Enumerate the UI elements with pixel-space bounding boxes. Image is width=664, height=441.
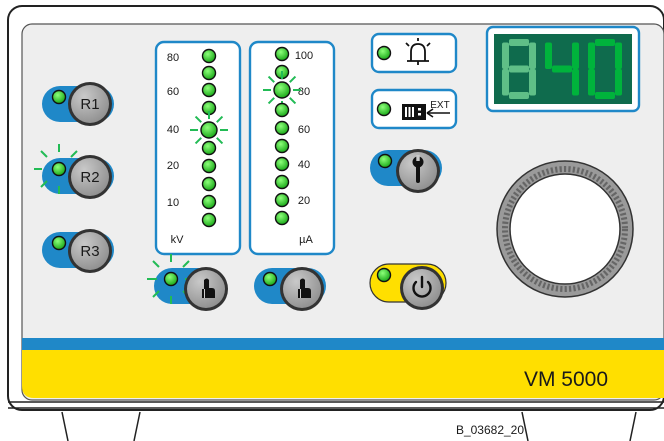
led <box>201 140 217 156</box>
kv-press-led <box>163 271 179 287</box>
led <box>201 65 217 81</box>
alarm-indicator <box>370 32 458 74</box>
ext-label: EXT <box>430 100 449 111</box>
led <box>274 156 290 172</box>
display-segment <box>572 69 579 96</box>
display-segment <box>615 42 622 69</box>
display-segment <box>529 69 536 96</box>
rotary-knob[interactable] <box>496 160 634 298</box>
r2-label: R2 <box>80 169 99 186</box>
ua-press-led <box>262 271 278 287</box>
model-name: VM 5000 <box>524 368 608 391</box>
led <box>274 46 290 62</box>
ext-led <box>376 101 392 117</box>
device-front-panel: VM 5000 R1 R2 R3 80 60 40 20 10 kV 100 8… <box>7 5 664 441</box>
display-segment <box>502 69 509 96</box>
memory-button-r1[interactable]: R1 <box>42 82 114 126</box>
ua-tick-40: 40 <box>298 159 310 171</box>
led <box>274 102 290 118</box>
display-segment <box>588 42 595 69</box>
led-active <box>273 81 291 99</box>
power-led <box>376 267 392 283</box>
led <box>274 138 290 154</box>
kv-unit: kV <box>171 234 185 246</box>
blue-stripe <box>22 338 664 350</box>
display-segment <box>595 39 615 46</box>
kv-tick-40: 40 <box>167 124 179 136</box>
led <box>201 82 217 98</box>
seven-segment-display <box>485 25 641 113</box>
display-segment <box>588 69 595 96</box>
led <box>201 48 217 64</box>
kv-tick-20: 20 <box>167 160 179 172</box>
kv-tick-80: 80 <box>167 52 179 64</box>
ua-tick-80: 80 <box>298 86 310 98</box>
display-segment <box>615 69 622 96</box>
kv-scale: 80 60 40 20 10 kV <box>154 40 242 256</box>
left-foot <box>61 411 141 441</box>
display-segment <box>502 42 509 69</box>
service-led <box>377 153 393 169</box>
display-segment <box>509 65 529 73</box>
r1-led <box>51 89 67 105</box>
led <box>201 194 217 210</box>
ua-unit: µA <box>299 234 313 246</box>
alarm-led <box>376 45 392 61</box>
led <box>274 120 290 136</box>
led <box>201 212 217 228</box>
figure-id: B_03682_20 <box>456 423 524 437</box>
ua-scale: 100 80 60 40 20 µA <box>248 40 336 256</box>
led <box>274 174 290 190</box>
memory-button-r3[interactable]: R3 <box>42 229 114 273</box>
display-segment <box>595 92 615 99</box>
r2-led <box>51 161 67 177</box>
led <box>201 176 217 192</box>
kv-tick-60: 60 <box>167 86 179 98</box>
led <box>201 158 217 174</box>
display-segment <box>509 92 529 99</box>
display-segment <box>572 42 579 69</box>
external-indicator: EXT <box>370 88 458 130</box>
r1-label: R1 <box>80 96 99 113</box>
r3-label: R3 <box>80 243 99 260</box>
r3-led <box>51 235 67 251</box>
display-segment <box>509 39 529 46</box>
ua-tick-20: 20 <box>298 195 310 207</box>
led <box>274 210 290 226</box>
led <box>274 192 290 208</box>
led-active <box>200 121 218 139</box>
ua-tick-100: 100 <box>295 50 313 62</box>
right-foot <box>521 411 637 441</box>
display-segment <box>529 42 536 69</box>
display-segment <box>545 42 552 69</box>
display-segment <box>552 65 572 73</box>
ua-tick-60: 60 <box>298 124 310 136</box>
kv-tick-10: 10 <box>167 197 179 209</box>
